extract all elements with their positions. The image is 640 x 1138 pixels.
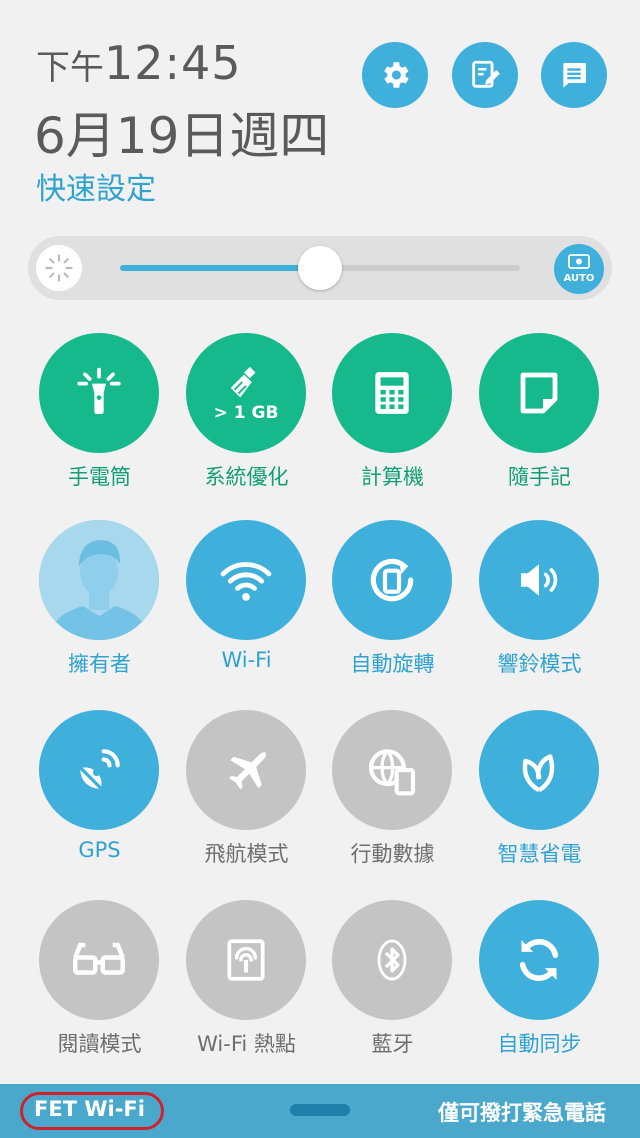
tile-label: 自動同步: [497, 1032, 582, 1056]
tile-label: 響鈴模式: [497, 652, 582, 676]
flashlight-icon[interactable]: [39, 333, 159, 453]
brightness-slider[interactable]: [120, 246, 520, 290]
mobile-data-icon[interactable]: [332, 710, 452, 830]
tile-flashlight[interactable]: 手電筒: [26, 333, 173, 513]
tile-rotate[interactable]: 自動旋轉: [319, 520, 466, 700]
tile-label: 閱讀模式: [57, 1032, 142, 1056]
calculator-icon[interactable]: [332, 333, 452, 453]
tile-label: 手電筒: [68, 465, 131, 489]
tile-label: 藍牙: [371, 1032, 414, 1056]
drag-handle[interactable]: [290, 1104, 350, 1116]
brightness-slider-fill: [120, 265, 320, 271]
date: 6月19日週四: [34, 107, 330, 165]
tile-label: 自動旋轉: [350, 652, 435, 676]
tile-bluetooth[interactable]: 藍牙: [319, 900, 466, 1080]
tile-badge: > 1 GB: [213, 403, 279, 423]
tile-label: 飛航模式: [204, 842, 289, 866]
tile-leaf[interactable]: 智慧省電: [466, 710, 613, 890]
header: 下午12:45 6月19日週四 快速設定: [0, 0, 640, 220]
bluetooth-icon[interactable]: [332, 900, 452, 1020]
emergency-calls-only: 僅可撥打緊急電話: [438, 1101, 606, 1125]
rotate-icon[interactable]: [332, 520, 452, 640]
tile-hotspot[interactable]: Wi-Fi 熱點: [173, 900, 320, 1080]
user-avatar-icon[interactable]: [39, 520, 159, 640]
notification-button[interactable]: [541, 42, 607, 108]
tile-mobile-data[interactable]: 行動數據: [319, 710, 466, 890]
tile-label: 擁有者: [68, 652, 131, 676]
auto-brightness-icon: [568, 254, 590, 269]
leaf-icon[interactable]: [479, 710, 599, 830]
tile-label: 隨手記: [508, 465, 571, 489]
tile-note[interactable]: 隨手記: [466, 333, 613, 513]
note-icon[interactable]: [479, 333, 599, 453]
tile-glasses[interactable]: 閱讀模式: [26, 900, 173, 1080]
gps-icon[interactable]: [39, 710, 159, 830]
tile-user-avatar[interactable]: 擁有者: [26, 520, 173, 700]
tile-gps[interactable]: GPS: [26, 710, 173, 890]
tile-label: 行動數據: [350, 842, 435, 866]
auto-label: AUTO: [563, 273, 595, 284]
time: 12:45: [104, 36, 242, 90]
tile-label: GPS: [78, 838, 121, 862]
message-icon: [563, 63, 586, 88]
broom-icon[interactable]: > 1 GB: [186, 333, 306, 453]
airplane-icon[interactable]: [186, 710, 306, 830]
tile-speaker[interactable]: 響鈴模式: [466, 520, 613, 700]
quick-settings-title: 快速設定: [36, 172, 156, 207]
carrier-name: FET Wi-Fi: [34, 1097, 145, 1121]
settings-button[interactable]: [362, 42, 428, 108]
tile-wifi[interactable]: Wi-Fi: [173, 520, 320, 700]
tile-label: 系統優化: [204, 465, 289, 489]
hotspot-icon[interactable]: [186, 900, 306, 1020]
edit-icon: [472, 60, 500, 88]
wifi-icon[interactable]: [186, 520, 306, 640]
brightness-slider-thumb[interactable]: [298, 246, 342, 290]
clock: 下午12:45: [36, 36, 242, 90]
speaker-icon[interactable]: [479, 520, 599, 640]
edit-tiles-button[interactable]: [452, 42, 518, 108]
time-prefix: 下午: [36, 48, 104, 88]
brightness-bar: AUTO: [28, 236, 612, 300]
tile-broom[interactable]: > 1 GB 系統優化: [173, 333, 320, 513]
brightness-icon: [36, 245, 82, 291]
sync-icon[interactable]: [479, 900, 599, 1020]
auto-brightness-button[interactable]: AUTO: [554, 244, 604, 294]
tile-airplane[interactable]: 飛航模式: [173, 710, 320, 890]
bottom-bar: FET Wi-Fi 僅可撥打緊急電話: [0, 1084, 640, 1138]
tile-label: Wi-Fi 熱點: [197, 1032, 296, 1056]
tile-label: Wi-Fi: [221, 648, 272, 672]
gear-icon: [384, 62, 409, 88]
tile-sync[interactable]: 自動同步: [466, 900, 613, 1080]
tile-label: 智慧省電: [497, 842, 582, 866]
tile-label: 計算機: [361, 465, 424, 489]
glasses-icon[interactable]: [39, 900, 159, 1020]
tile-calculator[interactable]: 計算機: [319, 333, 466, 513]
